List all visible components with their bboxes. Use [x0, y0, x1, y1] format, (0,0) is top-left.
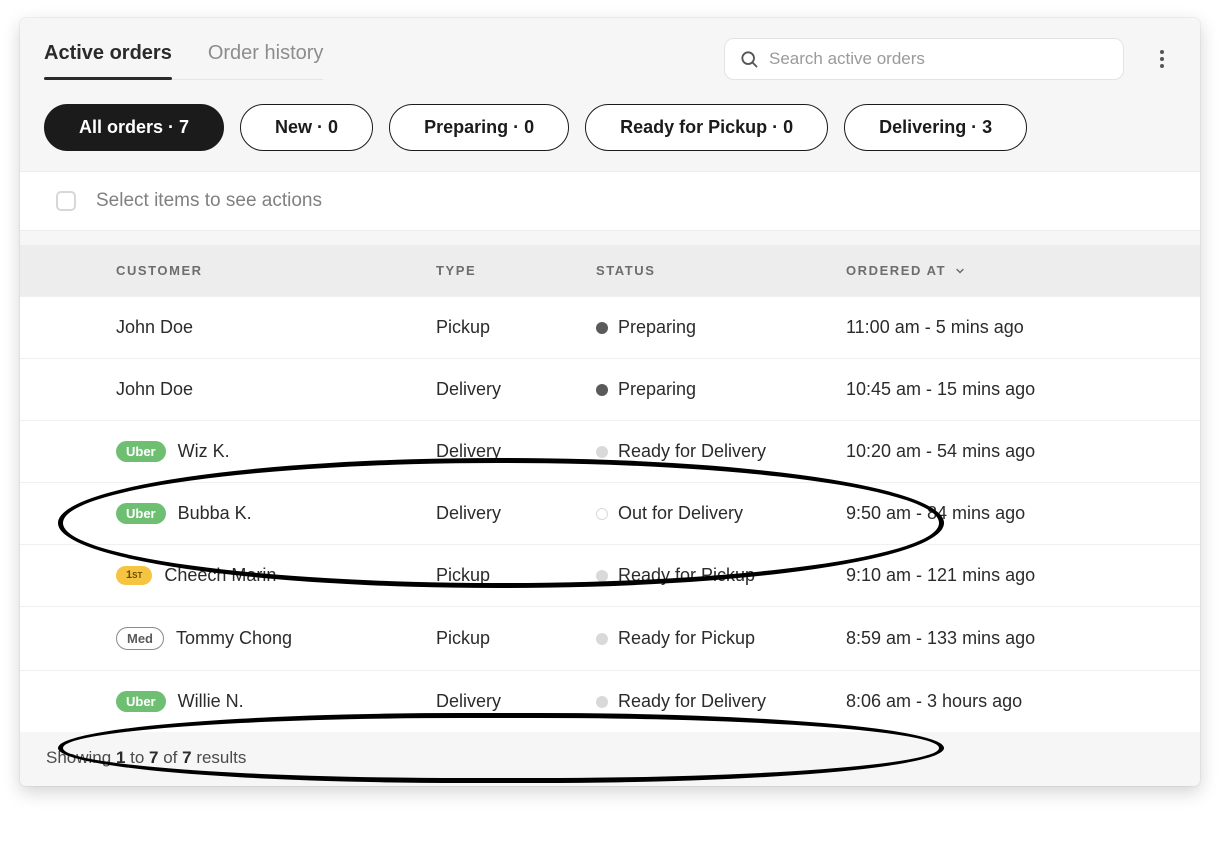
more-menu-button[interactable] [1148, 45, 1176, 73]
table-header: CUSTOMER TYPE STATUS ORDERED AT [20, 245, 1200, 296]
col-type[interactable]: TYPE [436, 263, 596, 278]
customer-cell: 1ST Cheech Marin [116, 565, 436, 586]
status-cell: Ready for Delivery [596, 691, 846, 712]
filter-chips: All orders · 7 New · 0 Preparing · 0 Ready … [20, 80, 1200, 171]
bulk-select-bar: Select items to see actions [20, 171, 1200, 231]
table-row[interactable]: John Doe Delivery Preparing 10:45 am - 15 m… [20, 358, 1200, 420]
table-row[interactable]: Med Tommy Chong Pickup Ready for Pickup 8:59… [20, 606, 1200, 670]
search-box[interactable] [724, 38, 1124, 80]
status-dot-icon [596, 633, 608, 645]
status-dot-icon [596, 384, 608, 396]
customer-name: Bubba K. [178, 503, 252, 524]
ordered-at-cell: 8:06 am - 3 hours ago [846, 691, 1176, 712]
col-ordered-at[interactable]: ORDERED AT [846, 263, 1176, 278]
col-status[interactable]: STATUS [596, 263, 846, 278]
customer-cell: John Doe [116, 317, 436, 338]
tab-order-history[interactable]: Order history [208, 38, 324, 79]
customer-cell: Uber Willie N. [116, 691, 436, 712]
customer-cell: John Doe [116, 379, 436, 400]
search-icon [739, 49, 759, 69]
type-cell: Delivery [436, 691, 596, 712]
ordered-at-cell: 8:59 am - 133 mins ago [846, 628, 1176, 649]
tab-active-orders[interactable]: Active orders [44, 38, 172, 79]
results-summary: Showing 1 to 7 of 7 results [20, 732, 1200, 774]
status-cell: Ready for Pickup [596, 565, 846, 586]
type-cell: Delivery [436, 379, 596, 400]
ordered-at-cell: 10:20 am - 54 mins ago [846, 441, 1176, 462]
status-cell: Out for Delivery [596, 503, 846, 524]
customer-cell: Uber Bubba K. [116, 503, 436, 524]
customer-name: John Doe [116, 379, 193, 400]
kebab-dot-icon [1160, 50, 1164, 54]
status-text: Out for Delivery [618, 503, 743, 524]
status-cell: Ready for Pickup [596, 628, 846, 649]
customer-name: Wiz K. [178, 441, 230, 462]
tabs: Active orders Order history [44, 38, 323, 80]
customer-name: Willie N. [178, 691, 244, 712]
select-all-checkbox[interactable] [56, 191, 76, 211]
ordered-at-cell: 9:10 am - 121 mins ago [846, 565, 1176, 586]
source-badge: Uber [116, 441, 166, 462]
type-cell: Delivery [436, 441, 596, 462]
chevron-down-icon [954, 265, 966, 277]
status-text: Ready for Pickup [618, 628, 755, 649]
type-cell: Pickup [436, 628, 596, 649]
filter-chip-ready-for-pickup[interactable]: Ready for Pickup · 0 [585, 104, 828, 151]
ordered-at-cell: 9:50 am - 84 mins ago [846, 503, 1176, 524]
status-text: Preparing [618, 317, 696, 338]
customer-name: Cheech Marin [164, 565, 276, 586]
filter-chip-new[interactable]: New · 0 [240, 104, 373, 151]
status-dot-icon [596, 508, 608, 520]
kebab-dot-icon [1160, 57, 1164, 61]
ordered-at-cell: 11:00 am - 5 mins ago [846, 317, 1176, 338]
filter-chip-delivering[interactable]: Delivering · 3 [844, 104, 1027, 151]
top-bar: Active orders Order history [20, 18, 1200, 80]
ordered-at-cell: 10:45 am - 15 mins ago [846, 379, 1176, 400]
status-text: Ready for Delivery [618, 691, 766, 712]
orders-panel: Active orders Order history All orders ·… [20, 18, 1200, 786]
col-customer[interactable]: CUSTOMER [116, 263, 436, 278]
select-hint-text: Select items to see actions [96, 190, 322, 212]
type-cell: Pickup [436, 565, 596, 586]
status-dot-icon [596, 322, 608, 334]
kebab-dot-icon [1160, 64, 1164, 68]
table-row[interactable]: John Doe Pickup Preparing 11:00 am - 5 mins… [20, 296, 1200, 358]
status-dot-icon [596, 570, 608, 582]
table-row[interactable]: Uber Willie N. Delivery Ready for Delivery 8… [20, 670, 1200, 732]
status-cell: Preparing [596, 317, 846, 338]
status-cell: Preparing [596, 379, 846, 400]
customer-cell: Uber Wiz K. [116, 441, 436, 462]
status-text: Ready for Delivery [618, 441, 766, 462]
table-row[interactable]: Uber Bubba K. Delivery Out for Delivery 9:50… [20, 482, 1200, 544]
type-cell: Pickup [436, 317, 596, 338]
filter-chip-preparing[interactable]: Preparing · 0 [389, 104, 569, 151]
source-badge: 1ST [116, 566, 152, 585]
type-cell: Delivery [436, 503, 596, 524]
source-badge: Uber [116, 691, 166, 712]
customer-name: Tommy Chong [176, 628, 292, 649]
status-cell: Ready for Delivery [596, 441, 846, 462]
customer-name: John Doe [116, 317, 193, 338]
status-dot-icon [596, 696, 608, 708]
table-row[interactable]: 1ST Cheech Marin Pickup Ready for Pickup 9:1… [20, 544, 1200, 606]
filter-chip-all-orders[interactable]: All orders · 7 [44, 104, 224, 151]
source-badge: Med [116, 627, 164, 650]
status-dot-icon [596, 446, 608, 458]
source-badge: Uber [116, 503, 166, 524]
status-text: Preparing [618, 379, 696, 400]
orders-table: CUSTOMER TYPE STATUS ORDERED AT John Doe… [20, 245, 1200, 732]
customer-cell: Med Tommy Chong [116, 627, 436, 650]
table-row[interactable]: Uber Wiz K. Delivery Ready for Delivery 10:2… [20, 420, 1200, 482]
search-input[interactable] [769, 49, 1109, 69]
status-text: Ready for Pickup [618, 565, 755, 586]
